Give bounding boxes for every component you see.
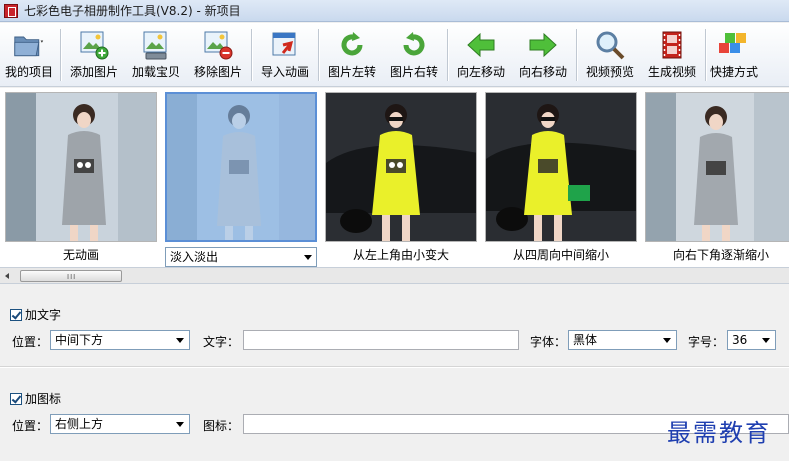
video-preview-button[interactable]: 视频预览 (579, 23, 641, 87)
chevron-down-icon (663, 338, 671, 343)
thumbnail-strip: 无动画 淡入淡出 从左上角由小变大 从四周向中间缩小 向右下角逐渐缩小 (0, 88, 789, 268)
text-position-label: 位置： (12, 335, 49, 349)
rotate-right-icon (398, 29, 430, 61)
section-divider (0, 366, 789, 367)
checkbox-checked-icon[interactable] (10, 308, 22, 321)
chevron-down-icon (762, 338, 770, 343)
text-content-label: 文字： (203, 335, 240, 349)
film-icon (656, 29, 688, 61)
photo-thumbnail[interactable] (325, 92, 477, 242)
logo-position-label: 位置： (12, 419, 49, 433)
font-size-label: 字号： (688, 335, 725, 349)
generate-video-button[interactable]: 生成视频 (641, 23, 703, 87)
toolbar-separator (705, 29, 706, 81)
logo-label: 图标： (203, 419, 240, 433)
add-text-checkbox[interactable]: 加文字 (10, 306, 61, 323)
add-image-button[interactable]: 添加图片 (63, 23, 125, 87)
magnifier-icon (594, 29, 626, 61)
window-title: 七彩色电子相册制作工具(V8.2) - 新项目 (24, 4, 241, 18)
font-select[interactable]: 黑体 (568, 330, 677, 350)
rotate-right-button[interactable]: 图片右转 (383, 23, 445, 87)
import-animation-icon (269, 29, 301, 61)
chevron-down-icon (176, 422, 184, 427)
transition-label: 从四周向中间缩小 (512, 248, 609, 262)
shortcut-button[interactable]: 快捷方式 (708, 23, 760, 87)
horizontal-scrollbar[interactable]: III (0, 268, 789, 284)
move-left-icon (465, 29, 497, 61)
import-animation-button[interactable]: 导入动画 (254, 23, 316, 87)
photo-thumbnail[interactable] (645, 92, 789, 242)
toolbar-separator (251, 29, 252, 81)
thumbnail-item[interactable]: 从左上角由小变大 (325, 92, 477, 262)
rotate-left-icon (336, 29, 368, 61)
transition-label: 向右下角逐渐缩小 (672, 248, 769, 262)
add-logo-checkbox[interactable]: 加图标 (10, 390, 61, 407)
remove-image-icon (202, 29, 234, 61)
toolbar-separator (447, 29, 448, 81)
folder-icon (13, 29, 45, 61)
photo-thumbnail[interactable] (5, 92, 157, 242)
font-size-select[interactable]: 36 (727, 330, 776, 350)
photo-thumbnail[interactable] (165, 92, 317, 242)
rotate-left-button[interactable]: 图片左转 (321, 23, 383, 87)
scroll-thumb[interactable]: III (20, 270, 122, 282)
chevron-down-icon (304, 255, 312, 260)
watermark-text: 最需教育 (667, 419, 771, 447)
text-content-input[interactable] (243, 330, 519, 350)
load-item-icon (140, 29, 172, 61)
text-position-select[interactable]: 中间下方 (50, 330, 190, 350)
cubes-icon (716, 29, 748, 61)
main-toolbar: 我的项目 添加图片 加载宝贝 移除图片 导入动画 图片左转 图片右转 向左移动 … (0, 23, 789, 87)
text-section: 加文字 位置： 中间下方 文字： 字体： 黑体 字号： 36 (0, 285, 789, 365)
photo-thumbnail[interactable] (485, 92, 637, 242)
toolbar-separator (318, 29, 319, 81)
transition-label: 无动画 (62, 248, 99, 262)
scroll-grip: III (67, 273, 77, 281)
scroll-left-button[interactable] (2, 270, 14, 282)
transition-select[interactable]: 淡入淡出 (165, 247, 317, 267)
add-image-icon (78, 29, 110, 61)
load-item-button[interactable]: 加载宝贝 (125, 23, 187, 87)
thumbnail-item-selected[interactable]: 淡入淡出 (165, 92, 317, 267)
toolbar-separator (60, 29, 61, 81)
transition-label: 从左上角由小变大 (352, 248, 449, 262)
logo-position-select[interactable]: 右侧上方 (50, 414, 190, 434)
move-right-button[interactable]: 向右移动 (512, 23, 574, 87)
toolbar-separator (576, 29, 577, 81)
thumbnail-item[interactable]: 向右下角逐渐缩小 (645, 92, 789, 262)
my-project-button[interactable]: 我的项目 (0, 23, 58, 87)
chevron-down-icon (176, 338, 184, 343)
app-icon (4, 3, 18, 18)
remove-image-button[interactable]: 移除图片 (187, 23, 249, 87)
thumbnail-item[interactable]: 无动画 (5, 92, 157, 262)
title-bar: 七彩色电子相册制作工具(V8.2) - 新项目 (0, 0, 789, 22)
checkbox-checked-icon[interactable] (10, 392, 22, 405)
move-right-icon (527, 29, 559, 61)
move-left-button[interactable]: 向左移动 (450, 23, 512, 87)
font-label: 字体： (530, 335, 567, 349)
thumbnail-item[interactable]: 从四周向中间缩小 (485, 92, 637, 262)
